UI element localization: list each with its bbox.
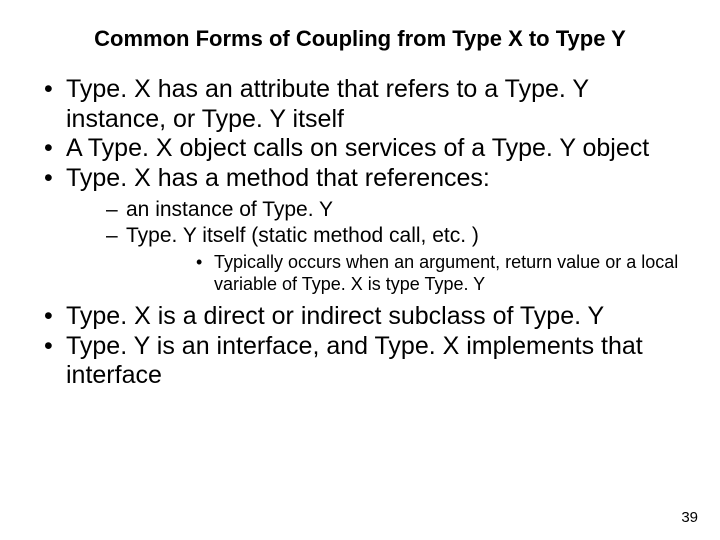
bullet-text: Type. Y is an interface, and Type. X imp… bbox=[66, 332, 643, 390]
sub-bullet-list: an instance of Type. Y Type. Y itself (s… bbox=[66, 197, 692, 296]
bullet-text: Type. X has a method that references: bbox=[66, 164, 490, 192]
slide: Common Forms of Coupling from Type X to … bbox=[0, 0, 720, 540]
slide-body: Type. X has an attribute that refers to … bbox=[28, 75, 692, 391]
bullet-item: Type. X has a method that references: an… bbox=[28, 164, 692, 297]
slide-title: Common Forms of Coupling from Type X to … bbox=[55, 26, 665, 52]
bullet-item: Type. X has an attribute that refers to … bbox=[28, 75, 692, 134]
sub-bullet-item: an instance of Type. Y bbox=[66, 197, 692, 223]
bullet-text: an instance of Type. Y bbox=[126, 198, 333, 221]
bullet-text: Type. X is a direct or indirect subclass… bbox=[66, 302, 604, 330]
bullet-text: Type. Y itself (static method call, etc.… bbox=[126, 224, 479, 247]
bullet-text: Type. X has an attribute that refers to … bbox=[66, 75, 589, 133]
bullet-text: Typically occurs when an argument, retur… bbox=[214, 252, 678, 294]
bullet-item: Type. X is a direct or indirect subclass… bbox=[28, 302, 692, 332]
bullet-text: A Type. X object calls on services of a … bbox=[66, 134, 649, 162]
bullet-item: A Type. X object calls on services of a … bbox=[28, 134, 692, 164]
bullet-item: Type. Y is an interface, and Type. X imp… bbox=[28, 332, 692, 391]
subsub-bullet-item: Typically occurs when an argument, retur… bbox=[126, 252, 692, 296]
subsub-bullet-list: Typically occurs when an argument, retur… bbox=[126, 252, 692, 296]
bullet-list: Type. X has an attribute that refers to … bbox=[28, 75, 692, 391]
sub-bullet-item: Type. Y itself (static method call, etc.… bbox=[66, 223, 692, 297]
page-number: 39 bbox=[681, 509, 698, 526]
